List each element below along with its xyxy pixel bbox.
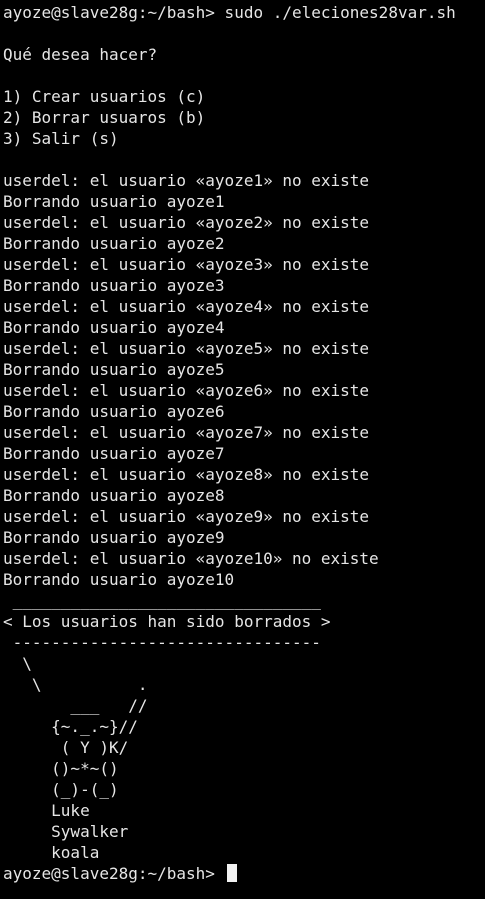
terminal-line: Borrando usuario ayoze4 xyxy=(3,318,225,337)
ascii-art-line: \ xyxy=(3,654,32,673)
terminal-line: Borrando usuario ayoze1 xyxy=(3,192,225,211)
ascii-art-line: Sywalker xyxy=(3,822,129,841)
command-prompt-line[interactable]: ayoze@slave28g:~/bash> xyxy=(3,863,485,884)
text-cursor xyxy=(226,864,237,882)
ascii-art-line: -------------------------------- xyxy=(3,633,321,652)
terminal-line: Borrando usuario ayoze6 xyxy=(3,402,225,421)
terminal-line: userdel: el usuario «ayoze4» no existe xyxy=(3,297,370,316)
terminal-line: Borrando usuario ayoze2 xyxy=(3,234,225,253)
ascii-art-line: < Los usuarios han sido borrados > xyxy=(3,612,331,631)
terminal-line: Borrando usuario ayoze8 xyxy=(3,486,225,505)
shell-prompt: ayoze@slave28g:~/bash> xyxy=(3,864,225,883)
terminal-line: Borrando usuario ayoze7 xyxy=(3,444,225,463)
terminal-line: userdel: el usuario «ayoze3» no existe xyxy=(3,255,370,274)
menu-option-create: 1) Crear usuarios (c) xyxy=(3,87,206,106)
menu-option-delete: 2) Borrar usuaros (b) xyxy=(3,108,206,127)
terminal-line: userdel: el usuario «ayoze7» no existe xyxy=(3,423,370,442)
ascii-art-line: koala xyxy=(3,843,100,862)
ascii-art-line: ___ // xyxy=(3,696,148,715)
ascii-art-line: Luke xyxy=(3,801,90,820)
ascii-art-line: ( Y )K/ xyxy=(3,738,129,757)
terminal-window[interactable]: ayoze@slave28g:~/bash> sudo ./eleciones2… xyxy=(0,0,485,899)
terminal-line: Borrando usuario ayoze3 xyxy=(3,276,225,295)
terminal-line: userdel: el usuario «ayoze8» no existe xyxy=(3,465,370,484)
terminal-line: Borrando usuario ayoze5 xyxy=(3,360,225,379)
terminal-line: Qué desea hacer? xyxy=(3,45,158,64)
ascii-art-line: {~._.~}// xyxy=(3,717,138,736)
terminal-line: userdel: el usuario «ayoze5» no existe xyxy=(3,339,370,358)
terminal-line: userdel: el usuario «ayoze1» no existe xyxy=(3,171,370,190)
menu-option-exit: 3) Salir (s) xyxy=(3,129,119,148)
terminal-line: Borrando usuario ayoze10 xyxy=(3,570,235,589)
terminal-line: userdel: el usuario «ayoze10» no existe xyxy=(3,549,379,568)
terminal-line: ayoze@slave28g:~/bash> sudo ./eleciones2… xyxy=(3,3,456,22)
ascii-art-line: ()~*~() xyxy=(3,759,119,778)
terminal-line: userdel: el usuario «ayoze9» no existe xyxy=(3,507,370,526)
ascii-art-line: \ . xyxy=(3,675,148,694)
ascii-art-line: ________________________________ xyxy=(3,591,321,610)
terminal-line: userdel: el usuario «ayoze6» no existe xyxy=(3,381,370,400)
terminal-line: userdel: el usuario «ayoze2» no existe xyxy=(3,213,370,232)
ascii-art-line: (_)-(_) xyxy=(3,780,119,799)
terminal-line: Borrando usuario ayoze9 xyxy=(3,528,225,547)
